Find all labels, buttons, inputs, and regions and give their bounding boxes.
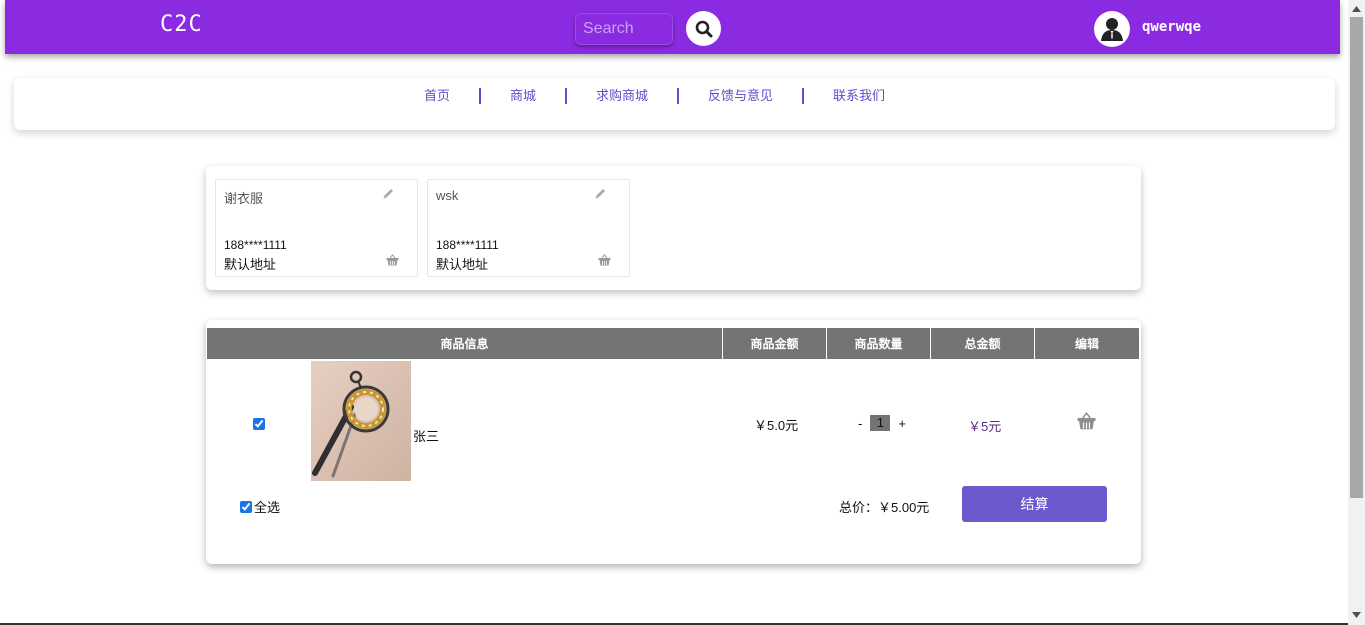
quantity-increase-button[interactable]: + [895,416,909,431]
address-default-tag: 默认地址 [224,257,277,272]
delete-item-button[interactable] [1076,411,1097,433]
search-button[interactable] [686,11,721,46]
quantity-decrease-button[interactable]: - [855,416,865,431]
product-name[interactable]: 张三 [413,426,439,445]
basket-icon [1077,411,1096,430]
address-phone: 188****1111 [224,238,287,252]
quantity-value[interactable]: 1 [870,415,891,431]
product-image[interactable] [311,361,411,481]
address-name: 谢衣服 [224,191,264,206]
nav-item-feedback[interactable]: 反馈与意见 [679,88,802,104]
pencil-icon [595,189,605,199]
column-header-product-info: 商品信息 [207,328,723,359]
cart-item-row: 张三 ￥5.0元 - 1 + ￥5元 [206,360,1141,481]
cart-footer: 全选 总价：￥5.00元 结算 [206,486,1141,526]
user-avatar-icon [1101,18,1123,41]
address-card: 谢衣服 188****1111 默认地址 wsk 188****1111 默认地… [206,166,1141,290]
edit-address-button[interactable] [382,187,395,203]
select-all-label: 全选 [254,500,281,515]
search-icon [695,20,712,37]
address-name: wsk [436,188,459,203]
nav-item-home[interactable]: 首页 [395,88,479,104]
column-header-price: 商品金额 [723,328,827,359]
search-input[interactable] [575,13,673,45]
nav-card: 首页 商城 求购商城 反馈与意见 联系我们 [14,78,1335,130]
cart-card: 商品信息 商品金额 商品数量 总金额 编辑 张三 ￥5.0元 - 1 + ￥5元… [206,320,1141,564]
brand-logo[interactable]: C2C [160,12,203,37]
cart-sum: 总价：￥5.00元 [839,500,930,515]
nav-item-wanted-mall[interactable]: 求购商城 [567,88,677,104]
scroll-up-arrow-icon[interactable] [1348,0,1365,17]
cart-table-header: 商品信息 商品金额 商品数量 总金额 编辑 [207,328,1139,359]
top-header: C2C qwerwqe [5,0,1340,54]
address-phone: 188****1111 [436,238,499,252]
user-avatar[interactable] [1094,11,1130,47]
address-default-tag: 默认地址 [436,257,489,272]
vertical-scrollbar[interactable] [1348,0,1365,625]
pencil-icon [383,189,393,199]
column-header-edit: 编辑 [1074,337,1099,351]
basket-icon [386,253,399,266]
select-all-checkbox[interactable] [240,500,252,513]
address-item[interactable]: 谢衣服 188****1111 默认地址 [215,179,418,277]
nav-item-mall[interactable]: 商城 [481,88,565,104]
item-checkbox[interactable] [253,418,265,430]
scroll-down-arrow-icon[interactable] [1348,606,1365,623]
scrollbar-thumb[interactable] [1350,17,1363,498]
checkout-button[interactable]: 结算 [962,486,1107,522]
basket-icon [598,253,611,266]
nav-item-contact[interactable]: 联系我们 [804,88,914,104]
delete-address-button[interactable] [386,253,399,269]
delete-address-button[interactable] [598,253,611,269]
username[interactable]: qwerwqe [1142,19,1201,35]
edit-address-button[interactable] [594,187,607,203]
item-total: ￥5元 [968,419,1002,434]
quantity-stepper: - 1 + [855,415,909,431]
select-all[interactable]: 全选 [240,497,280,516]
column-header-total: 总金额 [931,328,1035,359]
address-item[interactable]: wsk 188****1111 默认地址 [427,179,630,277]
column-header-quantity: 商品数量 [827,328,931,359]
product-price: ￥5.0元 [754,418,799,433]
main-nav: 首页 商城 求购商城 反馈与意见 联系我们 [14,88,1335,104]
